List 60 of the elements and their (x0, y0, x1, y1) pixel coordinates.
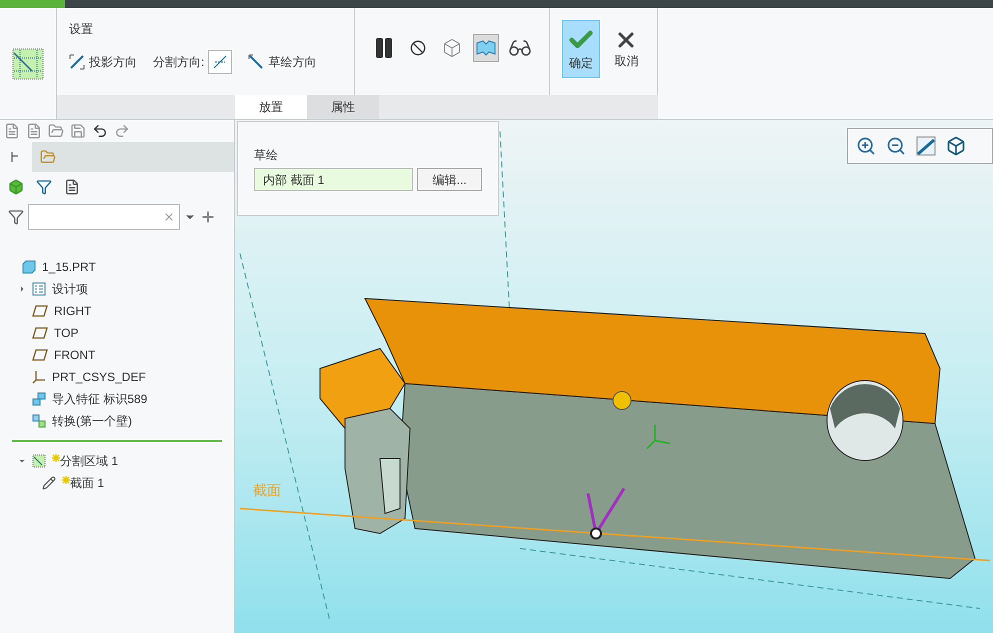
tab[interactable]: 放置 (235, 95, 307, 119)
sketch-label: 草绘 (254, 147, 279, 164)
redo-icon[interactable] (114, 123, 130, 139)
folder-icon[interactable] (48, 123, 64, 139)
plane-icon (32, 349, 48, 361)
refit-icon[interactable] (916, 136, 936, 156)
cancel-button[interactable]: 取消 (608, 20, 645, 78)
tree-item[interactable]: 导入特征 标识589 (52, 390, 148, 408)
axes-icon (32, 370, 46, 384)
filter-icon[interactable] (8, 209, 24, 225)
part-cube-icon (22, 260, 36, 274)
split-direction-button[interactable] (208, 50, 232, 74)
section-label: 截面 (253, 481, 281, 500)
cube-faces-icon (476, 40, 496, 56)
file-icon[interactable] (26, 123, 42, 139)
tree-item[interactable]: FRONT (54, 346, 96, 364)
add-icon[interactable] (200, 209, 216, 225)
pencil-icon (42, 476, 56, 490)
plane-icon (32, 305, 48, 317)
plane-icon (32, 327, 48, 339)
group-title: 设置 (69, 21, 94, 38)
flip-arrow-icon (248, 54, 264, 70)
edit-button[interactable]: 编辑... (417, 168, 482, 191)
zoom-in-icon[interactable] (856, 136, 876, 156)
list-icon[interactable] (64, 179, 80, 195)
ok-button[interactable]: 确定 (562, 20, 600, 78)
list-icon (32, 282, 46, 296)
split-region-icon (12, 48, 44, 80)
sketch-direction-button[interactable]: 草绘方向 (248, 53, 316, 71)
expand-arrow-icon[interactable] (18, 284, 26, 294)
import-icon (32, 392, 46, 406)
tree-item[interactable]: 分割区域 1 (60, 452, 118, 470)
flip-arrow-icon (69, 54, 85, 70)
new-file-icon[interactable] (4, 123, 20, 139)
filter-icon[interactable] (36, 179, 52, 195)
projection-direction-button[interactable]: 投影方向 (69, 53, 137, 71)
insert-marker[interactable] (12, 440, 222, 442)
convert-icon (32, 414, 46, 428)
search-field[interactable] (28, 204, 180, 230)
undo-icon[interactable] (92, 123, 108, 139)
tree-item[interactable]: 截面 1 (70, 474, 104, 492)
zoom-out-icon[interactable] (886, 136, 906, 156)
sketch-field[interactable]: 内部 截面 1 (254, 168, 414, 191)
cube-icon[interactable] (946, 136, 966, 156)
no-entry-icon (410, 40, 426, 56)
cube-icon[interactable] (8, 179, 24, 195)
tree-item[interactable]: TOP (54, 324, 78, 342)
tree-item[interactable]: 1_15.PRT (42, 258, 96, 276)
split-direction-label: 分割方向: (153, 54, 204, 71)
tab[interactable]: 属性 (307, 95, 379, 119)
tree-item[interactable]: 转换(第一个壁) (52, 412, 132, 430)
save-icon[interactable] (70, 123, 86, 139)
wireframe-box-icon (442, 38, 462, 58)
clear-icon (163, 211, 175, 223)
split-region-icon (32, 454, 46, 468)
tree-item[interactable]: RIGHT (54, 302, 92, 320)
tree-item[interactable]: PRT_CSYS_DEF (52, 368, 146, 386)
tree-item[interactable]: 设计项 (52, 280, 88, 298)
view-toggle[interactable] (472, 34, 500, 62)
folder-icon (40, 149, 56, 165)
